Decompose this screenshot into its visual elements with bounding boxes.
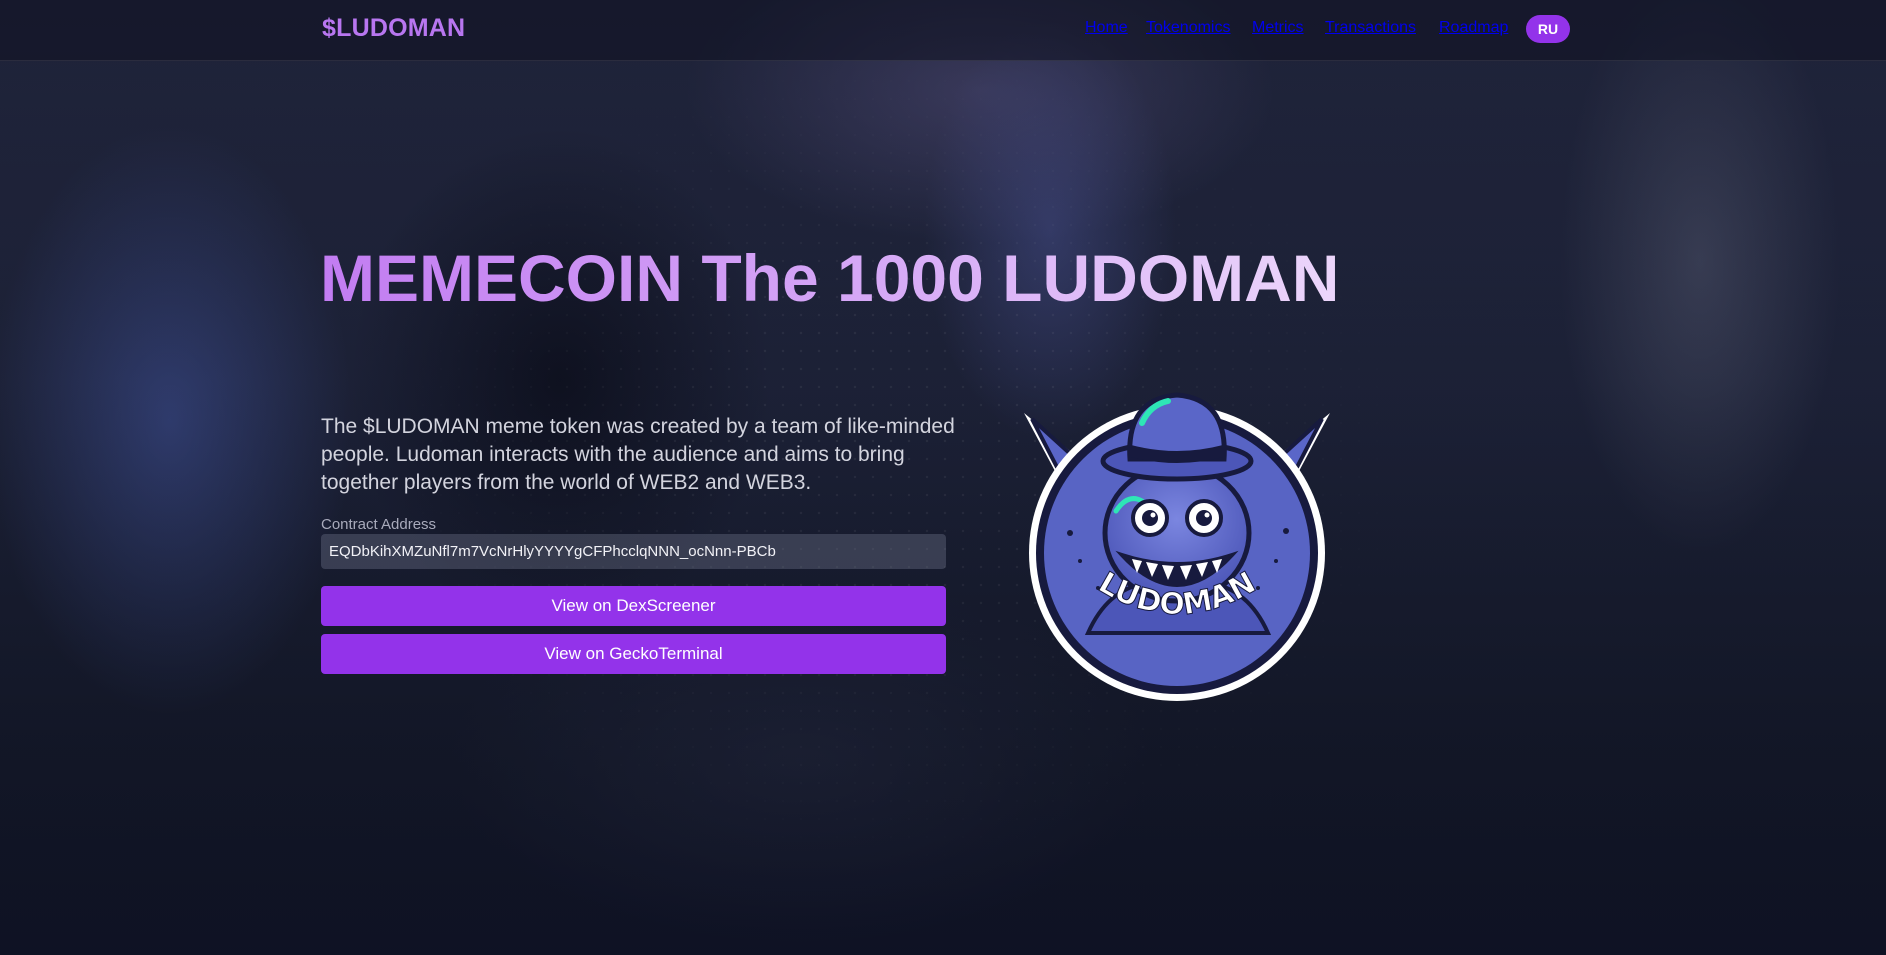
ludoman-mascot-logo: LUDOMAN — [1024, 392, 1330, 701]
nav-link-home[interactable]: Home — [1085, 19, 1128, 37]
brand-logo-link[interactable]: $LUDOMAN — [322, 14, 465, 43]
nav-link-transactions[interactable]: Transactions — [1325, 19, 1416, 37]
view-geckoterminal-button[interactable]: View on GeckoTerminal — [321, 634, 946, 674]
view-dexscreener-button[interactable]: View on DexScreener — [321, 586, 946, 626]
contract-address-label: Contract Address — [321, 516, 437, 533]
language-toggle-button[interactable]: RU — [1526, 15, 1570, 43]
navbar: $LUDOMAN Home Tokenomics Metrics Transac… — [0, 0, 1886, 61]
hero-description: The $LUDOMAN meme token was created by a… — [321, 415, 955, 494]
nav-link-roadmap[interactable]: Roadmap — [1439, 19, 1508, 37]
nav-link-tokenomics[interactable]: Tokenomics — [1146, 19, 1230, 37]
nav-link-metrics[interactable]: Metrics — [1252, 19, 1304, 37]
contract-address-field[interactable] — [321, 534, 946, 569]
hero-title: MEMECOIN The 1000 LUDOMAN — [320, 241, 1340, 315]
